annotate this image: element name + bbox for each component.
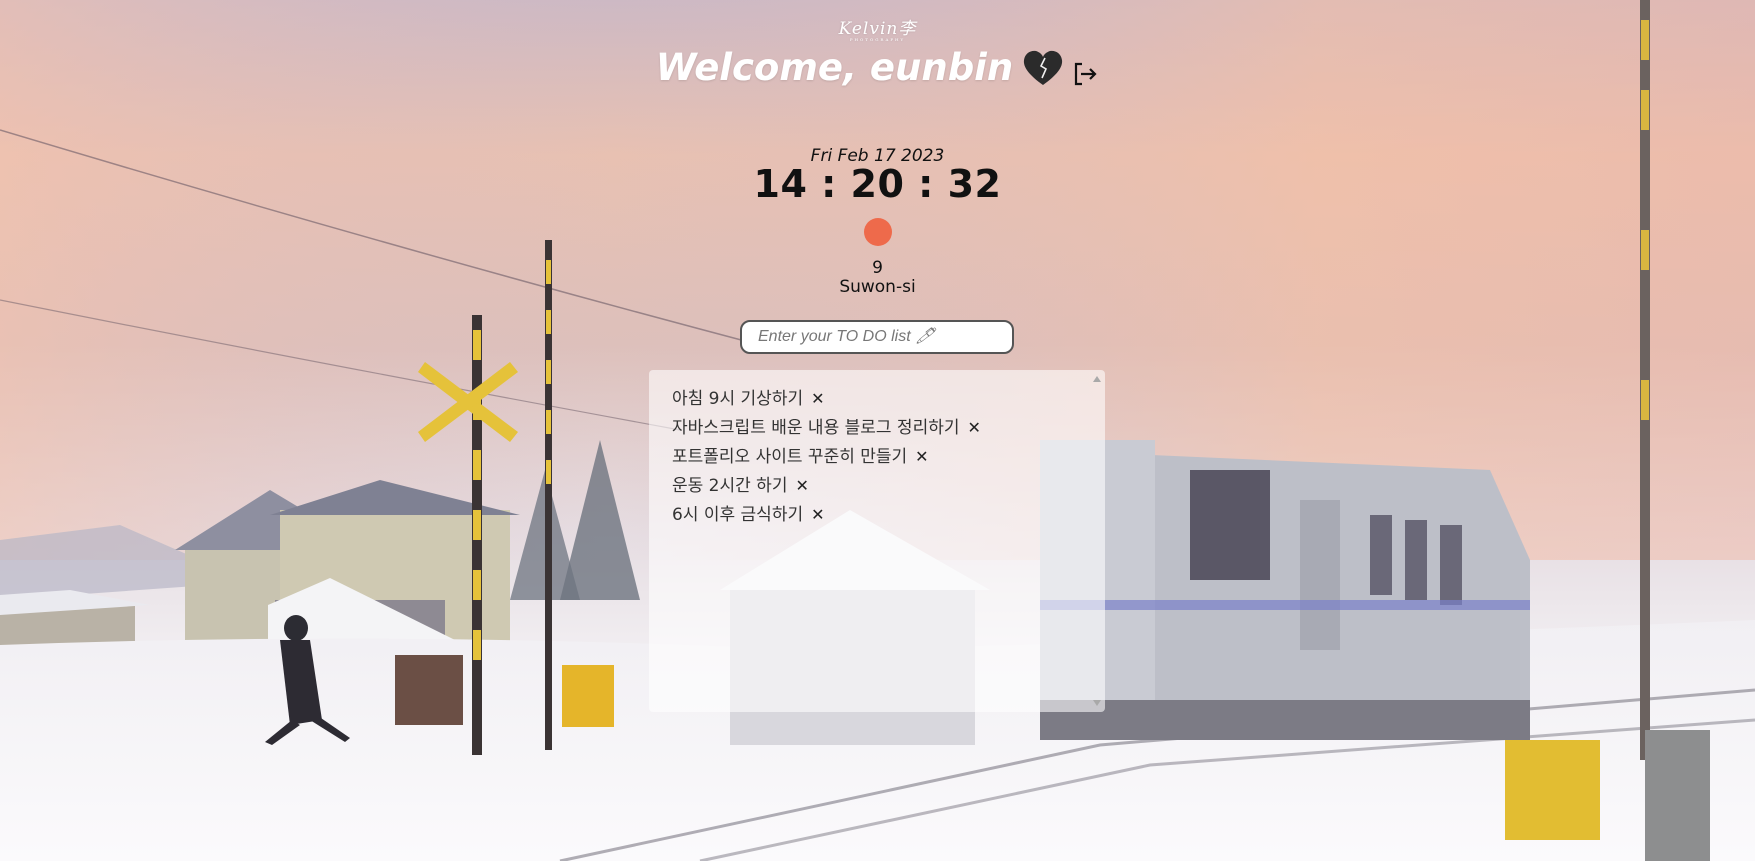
todo-scrollbar[interactable] [1087, 370, 1105, 712]
delete-todo-button[interactable]: ✕ [795, 471, 808, 500]
current-time: 14 : 20 : 32 [753, 162, 1002, 206]
todo-text: 운동 2시간 하기 [672, 476, 788, 496]
todo-text: 아침 9시 기상하기 [672, 389, 804, 409]
todo-text: 자바스크립트 배운 내용 블로그 정리하기 [672, 418, 960, 438]
todo-input[interactable] [740, 320, 1014, 354]
photographer-logo: Kelvin李 PHOTOGRAPHY [0, 14, 1755, 42]
delete-todo-button[interactable]: ✕ [811, 500, 824, 529]
todo-text: 6시 이후 금식하기 [672, 505, 804, 525]
todo-list: 아침 9시 기상하기 ✕ 자바스크립트 배운 내용 블로그 정리하기 ✕ 포트폴리오… [649, 370, 1105, 529]
todo-text: 포트폴리오 사이트 꾸준히 만들기 [672, 447, 908, 467]
scroll-up-icon[interactable] [1093, 376, 1101, 382]
logo-text: Kelvin李 [838, 19, 917, 39]
weather-icon [864, 218, 892, 246]
delete-todo-button[interactable]: ✕ [915, 442, 928, 471]
delete-todo-button[interactable]: ✕ [968, 413, 981, 442]
welcome-text: Welcome, eunbin [655, 46, 1014, 89]
list-item: 운동 2시간 하기 ✕ [672, 471, 1105, 500]
greeting: Welcome, eunbin [0, 46, 1755, 89]
city-name: Suwon-si [839, 277, 916, 297]
todo-list-panel: 아침 9시 기상하기 ✕ 자바스크립트 배운 내용 블로그 정리하기 ✕ 포트폴리오… [649, 370, 1105, 712]
todo-form [740, 320, 1014, 354]
logout-icon[interactable] [1071, 54, 1099, 85]
delete-todo-button[interactable]: ✕ [811, 384, 824, 413]
scroll-down-icon[interactable] [1093, 700, 1101, 706]
black-heart-icon [1021, 48, 1065, 88]
list-item: 자바스크립트 배운 내용 블로그 정리하기 ✕ [672, 413, 1105, 442]
list-item: 아침 9시 기상하기 ✕ [672, 384, 1105, 413]
temperature: 9 [872, 258, 883, 278]
logo-subtext: PHOTOGRAPHY [849, 37, 906, 42]
list-item: 포트폴리오 사이트 꾸준히 만들기 ✕ [672, 442, 1105, 471]
list-item: 6시 이후 금식하기 ✕ [672, 500, 1105, 529]
app-root: Kelvin李 PHOTOGRAPHY Welcome, eunbin Fri … [0, 0, 1755, 861]
